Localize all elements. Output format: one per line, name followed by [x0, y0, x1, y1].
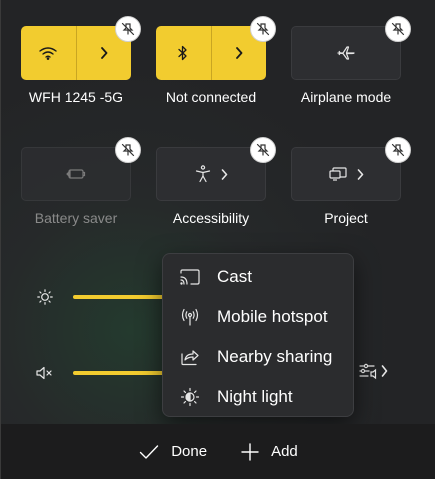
unpin-wifi-button[interactable]	[115, 16, 141, 42]
wifi-icon	[39, 46, 57, 60]
wifi-tile[interactable]	[21, 26, 131, 80]
audio-settings-icon	[359, 362, 379, 380]
hotspot-icon	[179, 306, 201, 328]
bluetooth-tile-group: Not connected	[156, 16, 276, 106]
add-button[interactable]: Add	[241, 442, 298, 461]
unpin-project-button[interactable]	[385, 137, 411, 163]
battery-saver-label: Battery saver	[34, 210, 118, 226]
menu-item-night-light[interactable]: Night light	[163, 377, 353, 417]
bluetooth-tile[interactable]	[156, 26, 266, 80]
unpin-airplane-button[interactable]	[385, 16, 411, 42]
unpin-battery-saver-button[interactable]	[115, 137, 141, 163]
speaker-muted-icon[interactable]	[33, 366, 57, 380]
menu-item-label: Mobile hotspot	[217, 307, 328, 326]
wifi-toggle[interactable]	[21, 26, 77, 80]
night-light-icon	[179, 386, 201, 408]
airplane-label: Airplane mode	[300, 89, 392, 105]
chevron-right-icon	[100, 47, 108, 59]
unpin-icon	[121, 22, 135, 36]
unpin-icon	[391, 22, 405, 36]
unpin-icon	[121, 143, 135, 157]
chevron-right-icon	[381, 365, 388, 377]
edit-footer: Done Add	[1, 424, 435, 479]
unpin-icon	[256, 22, 270, 36]
bluetooth-label: Not connected	[165, 89, 257, 105]
audio-output-button[interactable]	[359, 362, 388, 380]
accessibility-icon	[195, 165, 211, 183]
unpin-accessibility-button[interactable]	[250, 137, 276, 163]
checkmark-icon	[139, 444, 159, 460]
accessibility-tile[interactable]	[156, 147, 266, 201]
unpin-icon	[256, 143, 270, 157]
plus-icon	[241, 442, 259, 461]
done-button[interactable]: Done	[139, 443, 207, 460]
wifi-label: WFH 1245 -5G	[28, 89, 124, 105]
accessibility-tile-group: Accessibility	[156, 137, 276, 227]
add-quick-setting-menu: Cast Mobile hotspot Nearby sharing Night…	[162, 253, 354, 417]
project-icon	[328, 167, 347, 181]
project-tile[interactable]	[291, 147, 401, 201]
airplane-mode-tile[interactable]	[291, 26, 401, 80]
wifi-tile-group: WFH 1245 -5G	[21, 16, 141, 106]
cast-icon	[179, 266, 201, 288]
add-label: Add	[271, 443, 298, 460]
unpin-icon	[391, 143, 405, 157]
done-label: Done	[171, 443, 208, 460]
bluetooth-toggle[interactable]	[156, 26, 212, 80]
share-icon	[179, 346, 201, 368]
sun-icon	[33, 289, 57, 305]
unpin-bluetooth-button[interactable]	[250, 16, 276, 42]
chevron-right-icon	[235, 47, 243, 59]
airplane-tile-group: Airplane mode	[291, 16, 411, 106]
menu-item-label: Nearby sharing	[217, 347, 333, 366]
battery-saver-tile-group: Battery saver	[21, 137, 141, 227]
battery-saver-tile[interactable]	[21, 147, 131, 201]
airplane-icon	[337, 45, 355, 61]
battery-saver-icon	[66, 168, 86, 180]
chevron-right-icon	[221, 168, 228, 180]
bluetooth-icon	[178, 45, 188, 61]
project-label: Project	[324, 210, 368, 226]
quick-settings-panel: WFH 1245 -5G Not connected Airplane mode…	[0, 0, 435, 479]
chevron-right-icon	[357, 168, 364, 180]
menu-item-nearby-sharing[interactable]: Nearby sharing	[163, 337, 353, 377]
project-tile-group: Project	[291, 137, 411, 227]
menu-item-label: Cast	[217, 267, 252, 286]
menu-item-mobile-hotspot[interactable]: Mobile hotspot	[163, 297, 353, 337]
menu-item-label: Night light	[217, 387, 293, 406]
accessibility-label: Accessibility	[172, 210, 250, 226]
menu-item-cast[interactable]: Cast	[163, 257, 353, 297]
